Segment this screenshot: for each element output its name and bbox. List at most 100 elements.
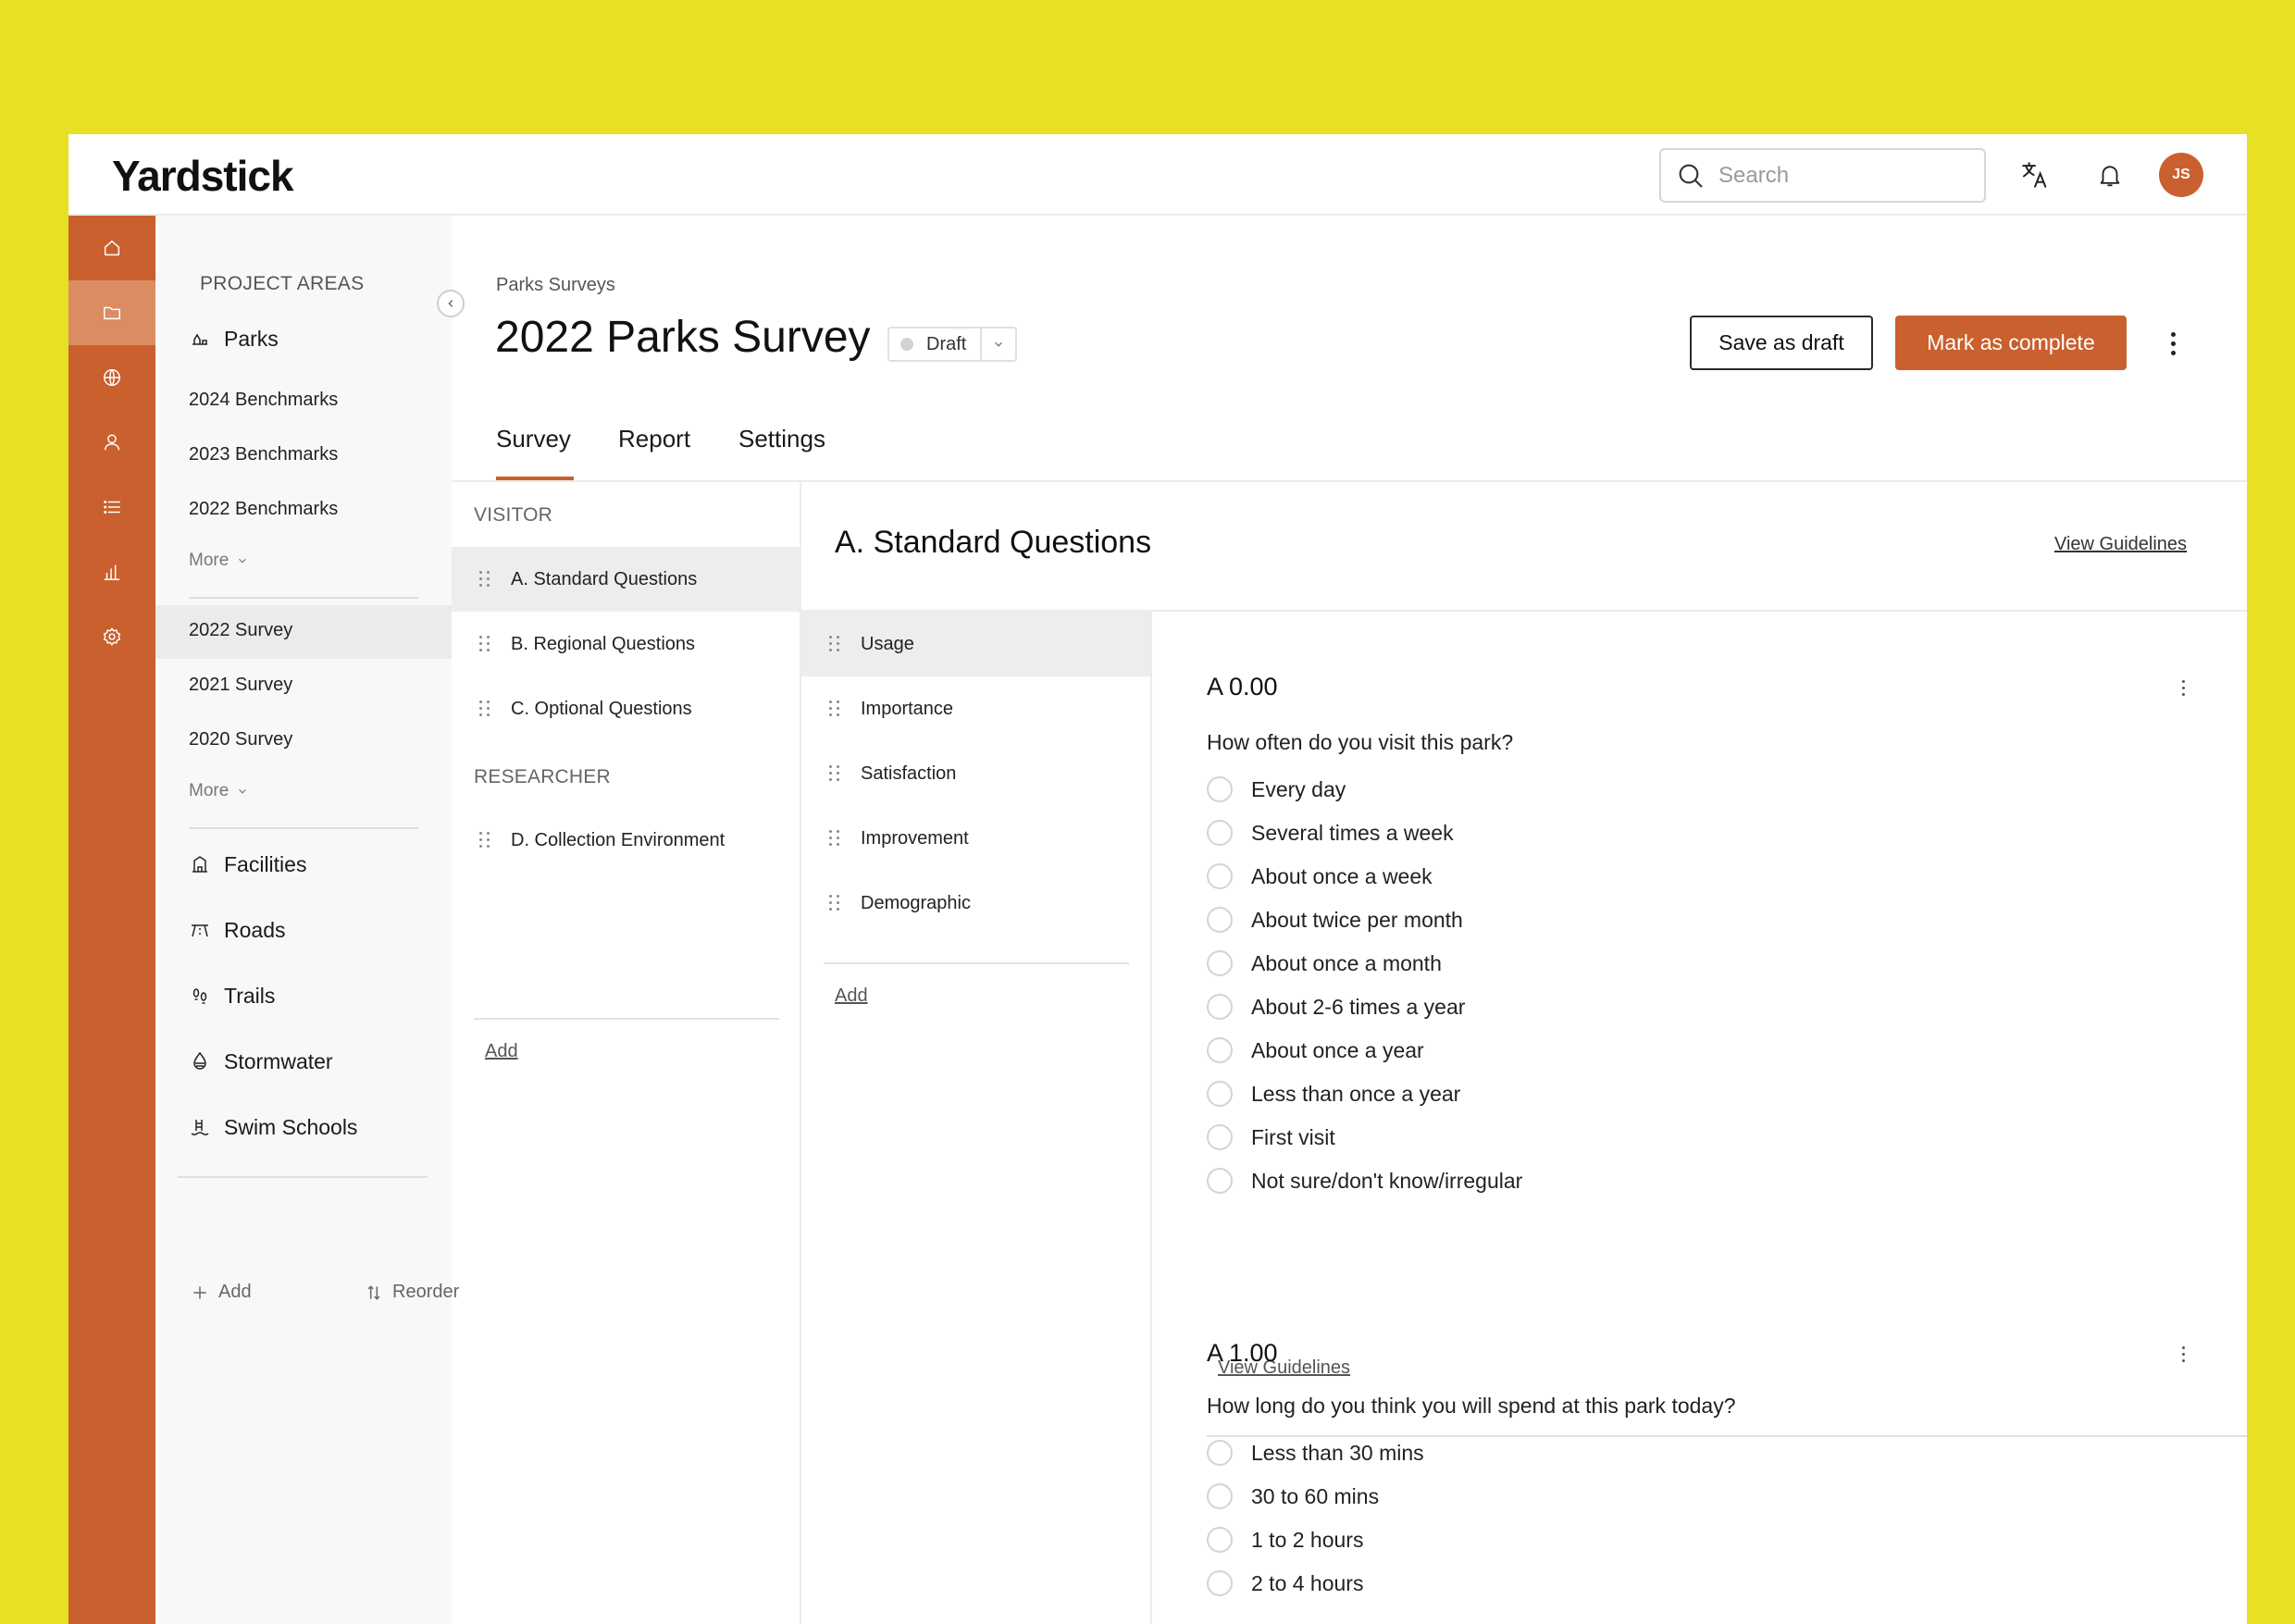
answer-option[interactable]: Several times a week xyxy=(1207,818,1454,848)
section-item-optional[interactable]: C. Optional Questions xyxy=(452,676,800,741)
status-caret[interactable] xyxy=(980,329,1015,360)
category-satisfaction[interactable]: Satisfaction xyxy=(801,741,1150,806)
section-item-collection[interactable]: D. Collection Environment xyxy=(452,808,800,873)
answer-option[interactable]: About 2-6 times a year xyxy=(1207,992,1465,1022)
category-improvement[interactable]: Improvement xyxy=(801,806,1150,871)
rail-settings[interactable] xyxy=(68,604,155,669)
question-options-icon[interactable] xyxy=(2178,676,2188,699)
question-divider xyxy=(1207,1435,2247,1437)
option-label: About 2-6 times a year xyxy=(1251,994,1466,1019)
drag-handle-icon[interactable] xyxy=(829,636,840,652)
drag-handle-icon[interactable] xyxy=(479,700,490,717)
option-label: About once a year xyxy=(1251,1037,1424,1062)
category-label: Demographic xyxy=(861,892,971,913)
search-input[interactable] xyxy=(1718,162,1959,189)
answer-option[interactable]: Every day xyxy=(1207,775,1346,804)
drag-handle-icon[interactable] xyxy=(829,895,840,911)
survey-2020[interactable]: 2020 Survey xyxy=(189,729,292,750)
project-area-parks[interactable]: Parks xyxy=(189,323,279,354)
radio-button[interactable] xyxy=(1207,1081,1233,1107)
radio-button[interactable] xyxy=(1207,1124,1233,1150)
drag-handle-icon[interactable] xyxy=(479,832,490,849)
bell-icon[interactable] xyxy=(2091,156,2128,193)
more-benchmarks-button[interactable]: More xyxy=(189,551,249,571)
rail-globe[interactable] xyxy=(68,345,155,410)
translate-icon[interactable] xyxy=(2016,156,2053,193)
radio-button[interactable] xyxy=(1207,1570,1233,1596)
rail-home[interactable] xyxy=(68,216,155,280)
section-item-standard[interactable]: A. Standard Questions xyxy=(452,547,800,612)
category-demographic[interactable]: Demographic xyxy=(801,871,1150,936)
drag-handle-icon[interactable] xyxy=(829,830,840,847)
survey-2022[interactable]: 2022 Survey xyxy=(189,620,292,641)
rail-users[interactable] xyxy=(68,410,155,475)
benchmark-2023[interactable]: 2023 Benchmarks xyxy=(189,444,338,465)
radio-button[interactable] xyxy=(1207,950,1233,976)
benchmark-2022[interactable]: 2022 Benchmarks xyxy=(189,499,338,520)
rail-list[interactable] xyxy=(68,475,155,539)
add-category-link[interactable]: Add xyxy=(835,986,868,1007)
project-area-trails[interactable]: Trails xyxy=(189,980,275,1011)
answer-option[interactable]: Less than once a year xyxy=(1207,1079,1460,1109)
question-options-icon[interactable] xyxy=(2178,1343,2188,1365)
answer-option[interactable]: About twice per month xyxy=(1207,905,1463,935)
chevron-down-icon xyxy=(995,341,1002,347)
section-item-regional[interactable]: B. Regional Questions xyxy=(452,612,800,676)
mark-complete-button[interactable]: Mark as complete xyxy=(1895,316,2127,370)
collapse-sidebar-button[interactable] xyxy=(437,290,465,317)
tab-survey[interactable]: Survey xyxy=(496,425,571,453)
answer-option[interactable]: About once a year xyxy=(1207,1035,1424,1065)
drag-handle-icon[interactable] xyxy=(479,636,490,652)
more-options-icon[interactable] xyxy=(2164,325,2182,362)
radio-button[interactable] xyxy=(1207,863,1233,889)
drag-handle-icon[interactable] xyxy=(829,765,840,782)
add-project-area-button[interactable]: Add xyxy=(191,1282,252,1303)
drag-handle-icon[interactable] xyxy=(829,700,840,717)
search-box[interactable] xyxy=(1659,148,1986,203)
project-area-swim-schools[interactable]: Swim Schools xyxy=(189,1111,357,1143)
radio-button[interactable] xyxy=(1207,1168,1233,1194)
status-dropdown[interactable]: Draft xyxy=(887,327,1017,362)
option-label: Every day xyxy=(1251,776,1346,801)
divider xyxy=(474,1018,779,1020)
answer-option[interactable]: About once a week xyxy=(1207,862,1433,891)
breadcrumb[interactable]: Parks Surveys xyxy=(496,275,615,296)
radio-button[interactable] xyxy=(1207,776,1233,802)
project-area-roads[interactable]: Roads xyxy=(189,914,285,946)
radio-button[interactable] xyxy=(1207,1037,1233,1063)
category-importance[interactable]: Importance xyxy=(801,676,1150,741)
view-guidelines-link[interactable]: View Guidelines xyxy=(2054,534,2187,555)
answer-option[interactable]: 1 to 2 hours xyxy=(1207,1525,1363,1555)
add-section-link[interactable]: Add xyxy=(485,1041,518,1062)
radio-button[interactable] xyxy=(1207,1527,1233,1553)
benchmark-2024[interactable]: 2024 Benchmarks xyxy=(189,390,338,411)
project-area-stormwater[interactable]: Stormwater xyxy=(189,1046,333,1077)
tab-settings[interactable]: Settings xyxy=(738,425,825,453)
rail-projects[interactable] xyxy=(68,280,155,345)
sort-icon xyxy=(367,1284,380,1300)
save-draft-button[interactable]: Save as draft xyxy=(1690,316,1873,370)
app-logo[interactable]: Yardstick xyxy=(112,151,294,201)
radio-button[interactable] xyxy=(1207,820,1233,846)
survey-2021[interactable]: 2021 Survey xyxy=(189,675,292,696)
user-avatar[interactable]: JS xyxy=(2159,153,2203,197)
option-label: Not sure/don't know/irregular xyxy=(1251,1168,1523,1193)
answer-option[interactable]: Less than 30 mins xyxy=(1207,1438,1424,1468)
tab-report[interactable]: Report xyxy=(618,425,690,453)
answer-option[interactable]: First visit xyxy=(1207,1122,1335,1152)
category-usage[interactable]: Usage xyxy=(801,612,1150,676)
radio-button[interactable] xyxy=(1207,1483,1233,1509)
answer-option[interactable]: Not sure/don't know/irregular xyxy=(1207,1166,1522,1196)
answer-option[interactable]: 30 to 60 mins xyxy=(1207,1481,1379,1511)
drag-handle-icon[interactable] xyxy=(479,571,490,588)
rail-reports[interactable] xyxy=(68,539,155,604)
reorder-button[interactable]: Reorder xyxy=(365,1282,459,1303)
project-area-facilities[interactable]: Facilities xyxy=(189,849,306,880)
radio-button[interactable] xyxy=(1207,1440,1233,1466)
answer-option[interactable]: About once a month xyxy=(1207,948,1442,978)
more-surveys-button[interactable]: More xyxy=(189,781,249,801)
radio-button[interactable] xyxy=(1207,994,1233,1020)
radio-button[interactable] xyxy=(1207,907,1233,933)
settings-icon xyxy=(103,627,121,646)
answer-option[interactable]: 2 to 4 hours xyxy=(1207,1568,1363,1598)
